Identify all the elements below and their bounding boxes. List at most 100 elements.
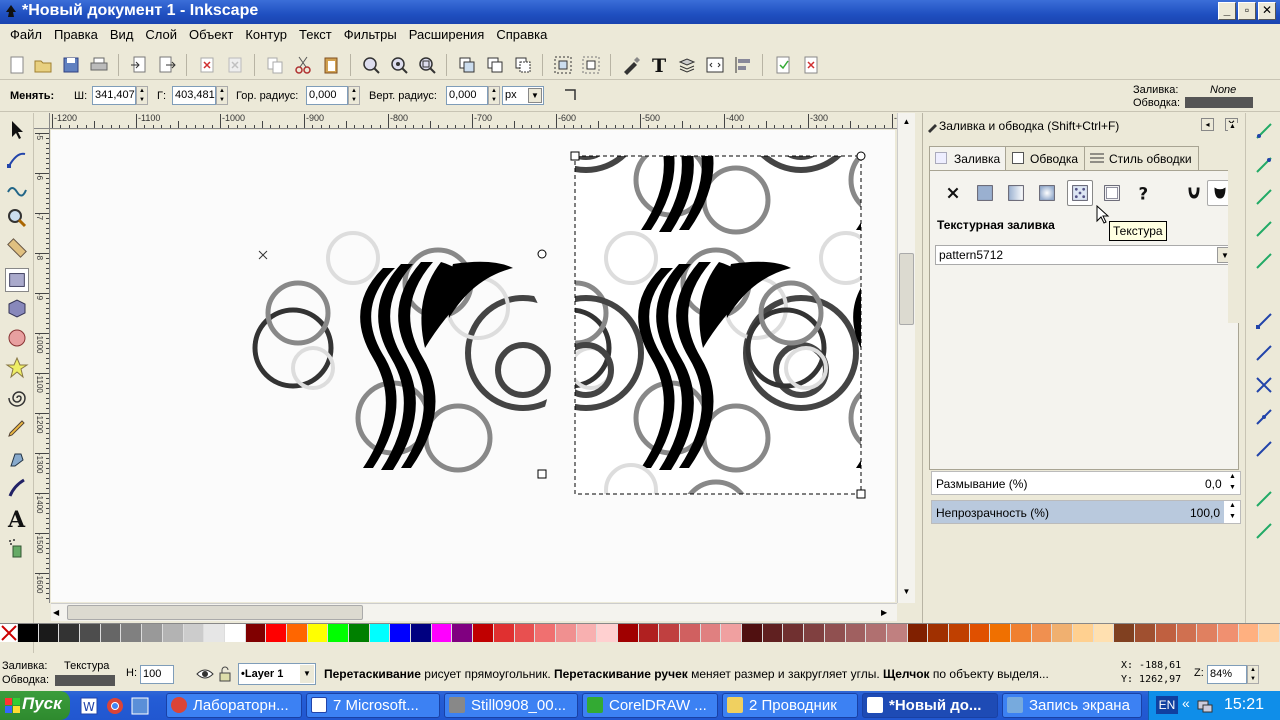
color-swatch[interactable] (555, 624, 577, 642)
center-handle[interactable] (258, 250, 268, 260)
not-rounded-icon[interactable] (562, 86, 580, 104)
color-swatch[interactable] (431, 624, 453, 642)
undo-icon[interactable] (196, 54, 218, 76)
browser-quicklaunch-icon[interactable] (131, 697, 149, 715)
color-swatch[interactable] (700, 624, 722, 642)
status-fill-value[interactable]: Текстура (64, 660, 109, 672)
menu-edit[interactable]: Правка (48, 24, 104, 46)
node-tool-icon[interactable] (5, 148, 29, 172)
spiral-tool-icon[interactable] (5, 386, 29, 410)
export-icon[interactable] (156, 54, 178, 76)
menu-filters[interactable]: Фильтры (338, 24, 403, 46)
zoom-tool-icon[interactable] (5, 206, 29, 230)
snap-rotation-center-icon[interactable] (1254, 521, 1274, 541)
rx-spin-arrows[interactable]: ▲ ▼ (348, 86, 360, 105)
language-indicator[interactable]: EN (1156, 696, 1178, 714)
layers-icon[interactable] (676, 54, 698, 76)
flat-color-icon[interactable] (972, 180, 998, 206)
color-swatch[interactable] (183, 624, 205, 642)
no-paint-icon[interactable] (940, 180, 966, 206)
color-swatch[interactable] (742, 624, 763, 642)
opacity-spin-arrows[interactable]: ▲ ▼ (1226, 500, 1239, 524)
text-font-icon[interactable]: T (648, 54, 670, 76)
print-icon[interactable] (88, 54, 110, 76)
color-swatch[interactable] (38, 624, 60, 642)
color-swatch[interactable] (638, 624, 660, 642)
resize-handle[interactable] (537, 469, 547, 479)
color-swatch[interactable] (286, 624, 308, 642)
color-swatch[interactable] (1114, 624, 1136, 642)
selector-tool-icon[interactable] (5, 118, 29, 142)
snap-toggle-icon[interactable] (1254, 121, 1274, 141)
rx-input[interactable]: 0,000 (306, 86, 348, 105)
task-explorer[interactable]: 2 Проводник (722, 693, 858, 718)
3d-box-tool-icon[interactable] (5, 296, 29, 320)
color-swatch[interactable] (783, 624, 805, 642)
color-swatch[interactable] (514, 624, 536, 642)
color-swatch[interactable] (18, 624, 39, 642)
snap-nodes-icon[interactable] (1254, 311, 1274, 331)
menu-object[interactable]: Объект (183, 24, 239, 46)
xml-editor-icon[interactable] (704, 54, 726, 76)
snap-bbox-midpoint-icon[interactable] (1254, 251, 1274, 271)
horizontal-scrollbar[interactable]: ◀ ▶ (51, 603, 897, 621)
pattern-select[interactable]: pattern5712 (935, 245, 1235, 265)
task-chrome[interactable]: Лабораторн... (166, 693, 302, 718)
task-still-image[interactable]: Still0908_00... (444, 693, 578, 718)
status-opacity-input[interactable]: 100 (140, 665, 174, 684)
menu-view[interactable]: Вид (104, 24, 140, 46)
preferences-icon[interactable] (800, 54, 822, 76)
color-swatch[interactable] (349, 624, 370, 642)
blur-spin-arrows[interactable]: ▲ ▼ (1226, 471, 1239, 495)
zoom-input[interactable]: 84% (1207, 665, 1247, 684)
paste-icon[interactable] (320, 54, 342, 76)
radial-gradient-icon[interactable] (1034, 180, 1060, 206)
color-swatch[interactable] (535, 624, 556, 642)
color-swatch[interactable] (142, 624, 163, 642)
snap-smooth-nodes-icon[interactable] (1254, 407, 1274, 427)
color-swatch[interactable] (907, 624, 929, 642)
zoom-page-icon[interactable] (416, 54, 438, 76)
color-swatch[interactable] (762, 624, 784, 642)
color-swatch[interactable] (824, 624, 846, 642)
chrome-quicklaunch-icon[interactable] (106, 697, 124, 715)
drawing-canvas[interactable] (51, 130, 895, 602)
color-swatch[interactable] (307, 624, 329, 642)
color-swatch[interactable] (390, 624, 412, 642)
ry-input[interactable]: 0,000 (446, 86, 488, 105)
text-tool-icon[interactable]: A (5, 506, 29, 530)
color-swatch[interactable] (100, 624, 122, 642)
resize-handle[interactable] (856, 151, 866, 161)
color-swatch[interactable] (597, 624, 618, 642)
color-swatch[interactable] (224, 624, 246, 642)
scroll-up-icon[interactable]: ▲ (1229, 123, 1236, 130)
scroll-up-icon[interactable]: ▲ (899, 115, 914, 129)
color-swatch[interactable] (990, 624, 1011, 642)
ry-spin-arrows[interactable]: ▲ ▼ (488, 86, 500, 105)
snap-path-icon[interactable] (1254, 343, 1274, 363)
maximize-button[interactable]: ▫ (1238, 2, 1256, 20)
ungroup-icon[interactable] (580, 54, 602, 76)
color-swatch[interactable] (493, 624, 515, 642)
menu-file[interactable]: Файл (4, 24, 48, 46)
snap-bbox-edge-icon[interactable] (1254, 187, 1274, 207)
snap-bbox-corner-icon[interactable] (1254, 219, 1274, 239)
resize-handle[interactable] (537, 249, 547, 259)
color-swatch[interactable] (1135, 624, 1156, 642)
calligraphy-tool-icon[interactable] (5, 476, 29, 500)
color-swatch[interactable] (969, 624, 991, 642)
color-swatch[interactable] (162, 624, 184, 642)
color-swatch[interactable] (1093, 624, 1115, 642)
pen-tool-icon[interactable] (5, 446, 29, 470)
color-swatch[interactable] (328, 624, 349, 642)
color-swatch[interactable] (1011, 624, 1032, 642)
resize-handle[interactable] (856, 489, 866, 499)
zoom-selection-icon[interactable] (360, 54, 382, 76)
spray-tool-icon[interactable] (5, 536, 29, 560)
duplicate-icon[interactable] (456, 54, 478, 76)
close-button[interactable]: ✕ (1258, 2, 1276, 20)
color-swatch[interactable] (1259, 624, 1280, 642)
color-swatch[interactable] (1217, 624, 1239, 642)
task-screen-recorder[interactable]: Запись экрана (1002, 693, 1142, 718)
open-icon[interactable] (32, 54, 54, 76)
